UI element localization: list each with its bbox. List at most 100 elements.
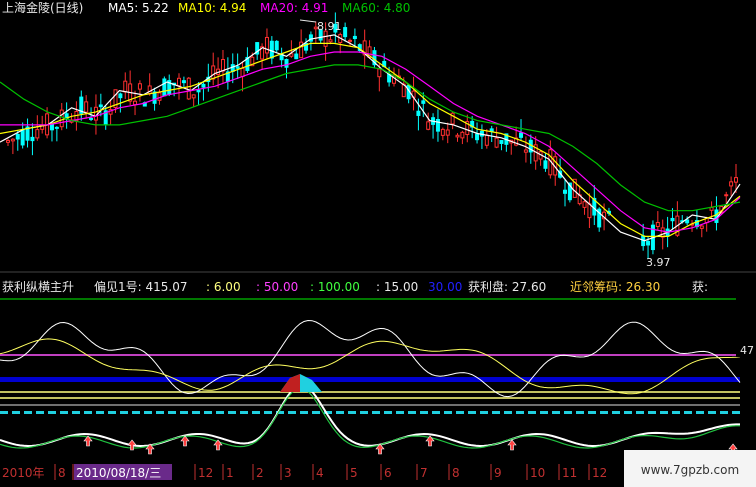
axis-tick-label: 9: [494, 466, 502, 480]
cyan-dash: [552, 411, 560, 414]
cyan-dash: [372, 411, 380, 414]
ma-legend-2: MA10: 4.94: [178, 1, 246, 15]
indicator-label-5: : 100.00: [310, 280, 360, 294]
candle-body: [460, 131, 465, 139]
candle-body: [93, 106, 98, 121]
candle-body: [323, 30, 328, 47]
candle-body: [523, 149, 528, 153]
cyan-dash: [96, 411, 104, 414]
axis-tick-label: 2: [256, 466, 264, 480]
cyan-dash: [612, 411, 620, 414]
ma-legend-3: MA20: 4.91: [260, 1, 328, 15]
cyan-dash: [432, 411, 440, 414]
candle-body: [157, 92, 162, 101]
cyan-dash: [0, 411, 8, 414]
candle-body: [484, 134, 489, 146]
cyan-dash: [624, 411, 632, 414]
candle-body: [201, 83, 206, 88]
axis-tick-label: 2010年: [2, 466, 45, 480]
candle-body: [440, 128, 445, 136]
indicator-label-1: 获利纵横主升: [2, 280, 74, 294]
candle-body: [670, 217, 675, 222]
watermark: www.7gpzb.com: [624, 450, 756, 487]
candle-body: [343, 27, 348, 38]
stock-chart: 上海金陵(日线) MA5: 5.22 MA10: 4.94 MA20: 4.91 MA…: [0, 0, 756, 487]
candle-body: [123, 80, 128, 93]
candle-body: [562, 189, 567, 194]
low-price-label: 3.97: [646, 256, 671, 269]
cyan-dash: [156, 411, 164, 414]
cyan-dash: [660, 411, 668, 414]
cyan-dash: [12, 411, 20, 414]
cyan-dash: [360, 411, 368, 414]
indicator-label-2: 偏见1号: 415.07: [94, 279, 187, 294]
candle-body: [6, 140, 10, 143]
candle-body: [352, 35, 357, 40]
candle-body: [543, 160, 548, 169]
candle-body: [211, 65, 216, 80]
cyan-dash: [84, 411, 92, 414]
candle-body: [15, 133, 20, 140]
candle-body: [587, 203, 592, 219]
candle-body: [269, 40, 274, 59]
cyan-dash: [60, 411, 68, 414]
candle-body: [30, 136, 35, 142]
candle-body: [294, 53, 299, 60]
candle-body: [152, 91, 157, 104]
cyan-dash: [492, 411, 500, 414]
candle-body: [729, 181, 734, 187]
cyan-dash: [36, 411, 44, 414]
candle-body: [328, 39, 333, 43]
cyan-dash: [132, 411, 140, 414]
axis-tick-label: 4: [316, 466, 324, 480]
candle-body: [10, 138, 15, 142]
cyan-dash: [168, 411, 176, 414]
cyan-dash: [24, 411, 32, 414]
axis-tick-label: 8: [452, 466, 460, 480]
cyan-dash: [708, 411, 716, 414]
candle-body: [519, 132, 524, 138]
cyan-dash: [264, 411, 272, 414]
cyan-dash: [672, 411, 680, 414]
cyan-dash: [648, 411, 656, 414]
cyan-dash: [216, 411, 224, 414]
cyan-dash: [516, 411, 524, 414]
candle-body: [59, 109, 64, 128]
watermark-text: www.7gpzb.com: [641, 463, 739, 477]
candle-body: [475, 133, 480, 141]
cyan-dash: [540, 411, 548, 414]
cyan-dash: [240, 411, 248, 414]
right-axis-value: 47: [740, 344, 754, 357]
axis-tick-label: 7: [420, 466, 428, 480]
indicator-label-6: : 15.00: [376, 280, 418, 294]
cyan-dash: [684, 411, 692, 414]
axis-tick-label: 6: [384, 466, 392, 480]
cyan-dash: [588, 411, 596, 414]
candle-body: [494, 137, 499, 148]
cyan-dash: [192, 411, 200, 414]
candle-body: [235, 66, 240, 69]
cyan-dash: [348, 411, 356, 414]
cyan-dash: [480, 411, 488, 414]
indicator-label-4: : 50.00: [256, 280, 298, 294]
cyan-dash: [120, 411, 128, 414]
axis-tick-label: 11: [562, 466, 577, 480]
candle-body: [186, 77, 191, 100]
candle-body: [191, 94, 196, 99]
level-30-band: [0, 377, 740, 382]
axis-tick-label: 10: [530, 466, 545, 480]
cyan-dash: [252, 411, 260, 414]
cyan-dash: [288, 411, 296, 414]
candle-body: [84, 101, 89, 113]
axis-tick-label: 12: [198, 466, 213, 480]
candle-body: [98, 104, 103, 108]
cyan-dash: [408, 411, 416, 414]
cyan-dash: [72, 411, 80, 414]
high-price-label: 8.91: [317, 20, 342, 33]
candle-body: [274, 40, 279, 51]
cyan-dash: [312, 411, 320, 414]
cyan-dash: [528, 411, 536, 414]
ma-legend-1: MA5: 5.22: [108, 1, 169, 15]
candle-body: [685, 219, 690, 224]
cyan-dash: [444, 411, 452, 414]
